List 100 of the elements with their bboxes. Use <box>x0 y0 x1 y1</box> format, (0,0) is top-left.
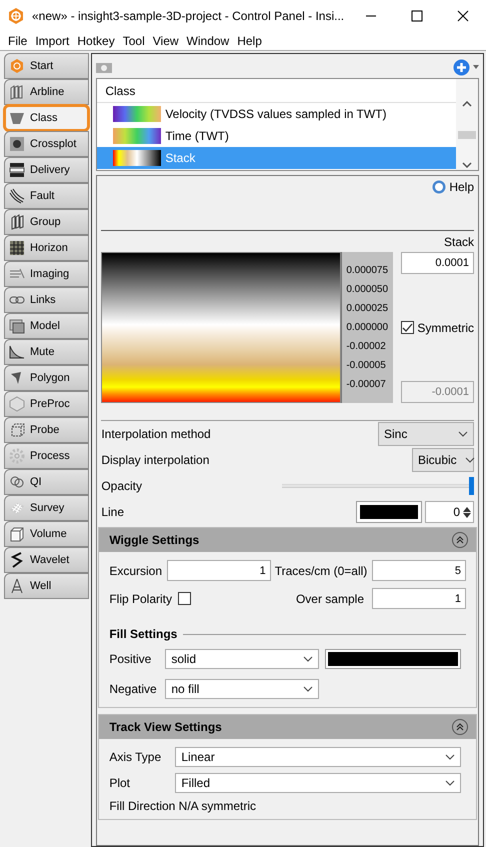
field-label: Line <box>101 505 124 519</box>
sidebar-tab[interactable]: Model <box>4 313 90 339</box>
field-label: Interpolation method <box>101 427 211 441</box>
dropdown[interactable]: Linear <box>175 747 462 767</box>
field-label: Over sample <box>294 592 365 606</box>
grid-icon <box>9 240 25 256</box>
maximize-icon <box>411 10 423 22</box>
trapezoid-icon <box>9 110 25 126</box>
slope-icon <box>9 344 25 360</box>
dropdown[interactable]: solid <box>165 649 320 669</box>
spin-field[interactable]: 0 <box>425 501 474 523</box>
sidebar-tab[interactable]: Imaging <box>4 261 90 287</box>
checkbox[interactable] <box>401 321 414 334</box>
cube-icon <box>9 396 25 412</box>
tick-label: 0.000025 <box>346 302 390 314</box>
mesh-icon <box>9 500 25 516</box>
checkbox-label: Symmetric <box>417 320 474 334</box>
check-icon <box>402 322 414 333</box>
dropdown[interactable]: Filled <box>175 773 462 793</box>
list-item[interactable]: Velocity (TVDSS values sampled in TWT) <box>97 103 456 125</box>
field-label: Positive <box>109 652 152 666</box>
sidebar-tab[interactable]: Delivery <box>4 157 90 183</box>
field-label: Display interpolation <box>101 453 210 467</box>
slider-thumb[interactable] <box>469 477 474 495</box>
menu-item[interactable]: Import <box>31 34 74 48</box>
tick-label: -0.00007 <box>346 378 387 390</box>
window-title: «new» - insight3-sample-3D-project - Control Panel - Insi... <box>32 9 346 23</box>
help-icon[interactable] <box>432 180 446 194</box>
sidebar-tab[interactable]: Process <box>4 443 90 469</box>
menu-item[interactable]: Help <box>233 34 266 48</box>
gradient-swatch <box>113 128 162 144</box>
close-icon <box>457 10 469 22</box>
collapse-icon[interactable] <box>452 532 468 548</box>
dropdown[interactable]: Sinc <box>378 422 474 446</box>
dashed-cube-icon <box>9 422 25 438</box>
sidebar-tab[interactable]: Volume <box>4 521 90 547</box>
spin-up-icon[interactable] <box>463 506 471 512</box>
list-item-label: Velocity (TVDSS values sampled in TWT) <box>165 107 387 121</box>
help-link[interactable]: Help <box>449 180 474 194</box>
min-field[interactable]: -0.0001 <box>401 381 474 403</box>
chevron-up-icon <box>462 101 472 107</box>
sidebar-tab[interactable]: Wavelet <box>4 547 90 573</box>
sidebar-tab[interactable]: QI <box>4 469 90 495</box>
layers-icon <box>9 162 25 178</box>
sidebar-tab[interactable]: Mute <box>4 339 90 365</box>
wave-icon <box>9 552 25 568</box>
field-label: Flip Polarity <box>109 592 172 606</box>
sidebar-tab[interactable]: Group <box>4 209 90 235</box>
max-field[interactable]: 0.0001 <box>401 252 474 274</box>
menu-item[interactable]: Window <box>182 34 234 48</box>
field-label: Fill Direction N/A symmetric <box>109 799 258 813</box>
sidebar-tab[interactable]: Crossplot <box>4 131 90 157</box>
menu-item[interactable]: File <box>4 34 32 48</box>
chevron-down-icon <box>458 431 468 437</box>
field-label: Opacity <box>101 479 142 493</box>
input-field[interactable]: 5 <box>372 560 466 581</box>
list-item-label: Stack <box>165 151 196 165</box>
hexagon-icon <box>9 58 25 74</box>
input-field[interactable]: 1 <box>372 588 466 609</box>
sidebar-tab[interactable]: Arbline <box>4 79 90 105</box>
dropdown[interactable]: Bicubic <box>412 448 474 472</box>
scrollbar[interactable] <box>456 79 478 170</box>
menu-item[interactable]: Tool <box>118 34 149 48</box>
scatter-icon <box>9 136 25 152</box>
sidebar-tab[interactable]: Class <box>4 105 90 131</box>
collapse-icon[interactable] <box>452 719 468 735</box>
sidebar-tab[interactable]: PreProc <box>4 391 90 417</box>
sidebar-tab[interactable]: Start <box>4 53 90 79</box>
chevron-down-icon <box>445 754 456 760</box>
section-header[interactable]: Track View Settings <box>99 715 476 739</box>
add-icon[interactable] <box>453 58 470 76</box>
derrick-icon <box>9 578 25 594</box>
section-header[interactable]: Wiggle Settings <box>99 528 476 552</box>
tick-label: 0.000050 <box>346 284 390 296</box>
chevron-down-icon <box>464 457 475 463</box>
input-field[interactable]: 1 <box>166 560 271 581</box>
gear-icon <box>9 448 25 464</box>
tick-label: -0.00005 <box>346 360 387 372</box>
menu-item[interactable]: Hotkey <box>73 34 119 48</box>
spin-down-icon[interactable] <box>463 512 471 518</box>
circles-icon <box>9 474 25 490</box>
list-item-label: Time (TWT) <box>165 129 229 143</box>
scrollbar-thumb[interactable] <box>458 130 476 138</box>
app-logo-icon <box>8 8 24 24</box>
dropdown-arrow-icon[interactable] <box>473 65 479 69</box>
sidebar-tab[interactable]: Survey <box>4 495 90 521</box>
list-item[interactable]: Time (TWT) <box>97 125 456 147</box>
checkbox[interactable] <box>178 592 192 605</box>
sidebar-tab[interactable]: Fault <box>4 183 90 209</box>
sidebar-tab[interactable]: Horizon <box>4 235 90 261</box>
field-label: Negative <box>109 682 158 696</box>
chevron-down-icon <box>303 686 314 692</box>
sidebar-tab[interactable]: Probe <box>4 417 90 443</box>
dropdown[interactable]: no fill <box>165 679 320 699</box>
box-icon <box>9 526 25 542</box>
color-button[interactable] <box>356 501 422 523</box>
menu-item[interactable]: View <box>148 34 183 48</box>
sidebar-tab[interactable]: Links <box>4 287 90 313</box>
sidebar-tab[interactable]: Polygon <box>4 365 90 391</box>
sidebar-tab[interactable]: Well <box>4 573 90 599</box>
